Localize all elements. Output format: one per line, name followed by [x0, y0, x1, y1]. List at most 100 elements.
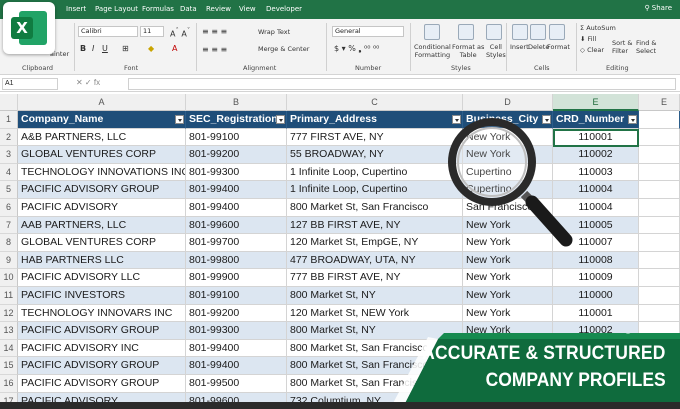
table-cell[interactable]: 801-99100 — [186, 128, 287, 147]
table-cell[interactable]: 800 Market St, San Francisco — [287, 199, 463, 217]
row-header[interactable]: 16 — [0, 375, 18, 393]
format-cells-icon[interactable] — [549, 24, 565, 40]
tab-view[interactable]: View — [239, 5, 256, 13]
font-grow-icon[interactable]: Aˆ Aˇ — [170, 27, 190, 39]
row-header[interactable]: 8 — [0, 234, 18, 252]
row-header[interactable]: 7 — [0, 216, 18, 235]
empty-cell[interactable] — [639, 111, 680, 129]
row-header[interactable]: 1 — [0, 111, 18, 129]
table-cell[interactable]: 477 BROADWAY, UTA, NY — [287, 251, 463, 270]
table-cell[interactable]: 1 Infinite Loop, Cupertino — [287, 163, 463, 182]
table-header-cell[interactable]: SEC_Registration_ — [186, 111, 287, 129]
currency-icon[interactable]: $ ▾ % ❟ ⁰⁰ ⁰⁰ — [334, 44, 379, 54]
table-cell[interactable]: PACIFIC ADVISORY — [18, 199, 186, 217]
row-header[interactable]: 2 — [0, 128, 18, 147]
empty-cell[interactable] — [639, 234, 680, 252]
table-cell[interactable]: 801-99300 — [186, 163, 287, 182]
table-cell[interactable]: GLOBAL VENTURES CORP — [18, 146, 186, 164]
table-cell[interactable]: PACIFIC ADVISORY LLC — [18, 269, 186, 287]
bold-button[interactable]: B — [80, 44, 86, 53]
table-cell[interactable]: 801-99100 — [186, 287, 287, 305]
column-header-extra[interactable]: E — [639, 94, 680, 111]
table-cell[interactable]: 800 Market St, NY — [287, 287, 463, 305]
filter-dropdown-icon[interactable] — [276, 115, 285, 124]
row-header[interactable]: 14 — [0, 339, 18, 358]
table-header-cell[interactable]: Company_Name — [18, 111, 186, 129]
column-header-a[interactable]: A — [18, 94, 186, 111]
filter-dropdown-icon[interactable] — [628, 115, 637, 124]
table-cell[interactable]: A&B PARTNERS, LLC — [18, 128, 186, 147]
empty-cell[interactable] — [639, 216, 680, 235]
table-cell[interactable]: PACIFIC ADVISORY GROUP — [18, 375, 186, 393]
merge-center-button[interactable]: Merge & Center — [258, 45, 309, 53]
empty-cell[interactable] — [639, 181, 680, 199]
table-cell[interactable]: 801-99800 — [186, 251, 287, 270]
tab-developer[interactable]: Developer — [266, 5, 302, 13]
tab-data[interactable]: Data — [180, 5, 197, 13]
conditional-formatting-button[interactable]: Conditional Formatting — [414, 43, 451, 59]
row-header[interactable]: 5 — [0, 181, 18, 199]
table-cell[interactable]: PACIFIC ADVISORY GROUP — [18, 181, 186, 199]
table-cell[interactable]: 801-99700 — [186, 234, 287, 252]
borders-icon[interactable]: ⊞ — [122, 44, 129, 53]
row-header[interactable]: 11 — [0, 287, 18, 305]
table-cell[interactable]: 801-99300 — [186, 322, 287, 340]
clear-button[interactable]: ◇ Clear — [580, 46, 604, 54]
row-header[interactable]: 6 — [0, 199, 18, 217]
sort-filter-button[interactable]: Sort & Filter — [612, 39, 632, 55]
empty-cell[interactable] — [639, 269, 680, 287]
table-cell[interactable]: 110009 — [553, 269, 639, 287]
row-header[interactable]: 15 — [0, 357, 18, 375]
table-cell[interactable]: AAB PARTNERS, LLC — [18, 216, 186, 235]
table-cell[interactable]: 127 BB FIRST AVE, NY — [287, 216, 463, 235]
number-format-select[interactable]: General — [332, 26, 404, 37]
table-cell[interactable]: GLOBAL VENTURES CORP — [18, 234, 186, 252]
table-cell[interactable]: 1 Infinite Loop, Cupertino — [287, 181, 463, 199]
format-as-table-button[interactable]: Format as Table — [452, 43, 484, 59]
format-cells-button[interactable]: Format — [547, 43, 570, 51]
empty-cell[interactable] — [639, 128, 680, 147]
row-header[interactable]: 10 — [0, 269, 18, 287]
table-cell[interactable]: 801-99500 — [186, 375, 287, 393]
tab-formulas[interactable]: Formulas — [142, 5, 174, 13]
filter-dropdown-icon[interactable] — [175, 115, 184, 124]
table-cell[interactable]: 801-99900 — [186, 269, 287, 287]
wrap-text-button[interactable]: Wrap Text — [258, 28, 290, 36]
tab-insert[interactable]: Insert — [66, 5, 86, 13]
table-cell[interactable]: HAB PARTNERS LLC — [18, 251, 186, 270]
name-box[interactable]: A1 — [2, 78, 58, 90]
font-color-icon[interactable]: A — [172, 44, 177, 53]
format-as-table-icon[interactable] — [458, 24, 474, 40]
table-cell[interactable]: 55 BROADWAY, NY — [287, 146, 463, 164]
fill-color-icon[interactable]: ◆ — [148, 44, 154, 53]
table-cell[interactable]: 120 Market St, NEW York — [287, 304, 463, 323]
table-cell[interactable]: 777 FIRST AVE, NY — [287, 128, 463, 147]
font-name-select[interactable]: Calibri — [78, 26, 138, 37]
row-header[interactable]: 12 — [0, 304, 18, 323]
table-cell[interactable]: 120 Market St, EmpGE, NY — [287, 234, 463, 252]
table-header-cell[interactable]: Primary_Address — [287, 111, 463, 129]
autosum-button[interactable]: Σ AutoSum — [580, 24, 616, 32]
table-cell[interactable]: PACIFIC ADVISORY GROUP — [18, 322, 186, 340]
font-size-select[interactable]: 11 — [140, 26, 164, 37]
delete-cells-icon[interactable] — [530, 24, 546, 40]
table-cell[interactable]: New York — [463, 304, 553, 323]
column-header-c[interactable]: C — [287, 94, 463, 111]
formula-icons[interactable]: ✕ ✓ fx — [76, 78, 100, 87]
cell-styles-button[interactable]: Cell Styles — [486, 43, 506, 59]
table-cell[interactable]: 110001 — [553, 304, 639, 323]
table-cell[interactable]: PACIFIC ADVISORY INC — [18, 339, 186, 358]
table-cell[interactable]: 801-99400 — [186, 357, 287, 375]
table-cell[interactable]: 801-99400 — [186, 339, 287, 358]
formula-input[interactable] — [128, 78, 676, 90]
align-top-icon[interactable]: ≡ ≡ ≡ — [202, 27, 227, 36]
italic-button[interactable]: I — [92, 44, 94, 53]
underline-button[interactable]: U — [102, 44, 108, 53]
insert-cells-icon[interactable] — [512, 24, 528, 40]
table-cell[interactable]: 801-99400 — [186, 181, 287, 199]
empty-cell[interactable] — [639, 199, 680, 217]
tab-page-layout[interactable]: Page Layout — [95, 5, 138, 13]
table-cell[interactable]: TECHNOLOGY INNOVATIONS INC — [18, 163, 186, 182]
table-cell[interactable]: TECHNOLOGY INNOVARS INC — [18, 304, 186, 323]
empty-cell[interactable] — [639, 287, 680, 305]
